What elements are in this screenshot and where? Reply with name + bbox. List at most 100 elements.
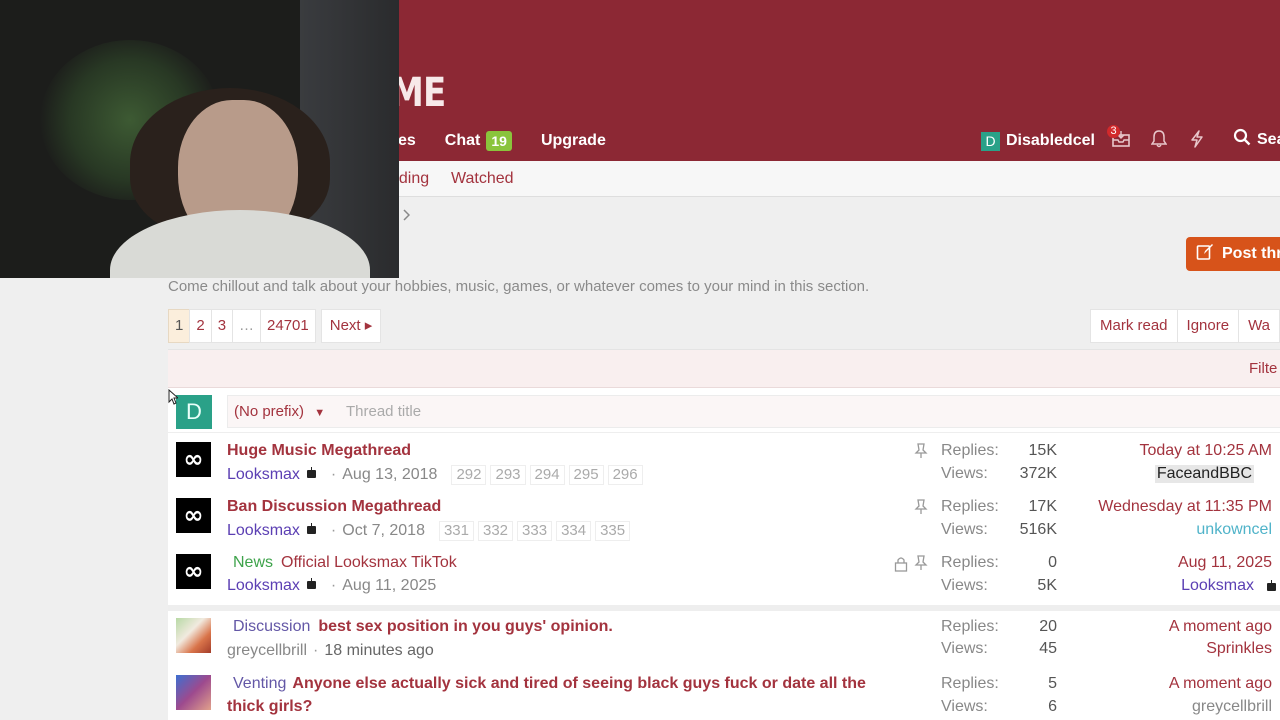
avatar[interactable]: ∞ (176, 554, 211, 589)
bolt-icon[interactable] (1187, 130, 1207, 150)
thread-page-link[interactable]: 335 (595, 521, 631, 541)
watch-button[interactable]: Wa (1238, 309, 1280, 343)
page-link[interactable]: 1 (168, 309, 191, 343)
thread-title[interactable]: best sex position in you guys' opinion. (318, 618, 613, 635)
nav-item-label: Upgrade (540, 132, 606, 149)
pin-icon (914, 443, 928, 459)
subnav-item-watched[interactable]: Watched (451, 170, 514, 188)
webcam-overlay (0, 0, 399, 278)
avatar[interactable] (176, 675, 211, 710)
thread-page-link[interactable]: 331 (438, 521, 474, 541)
thread-page-links: 292 293 294 295 296 (451, 465, 646, 485)
last-post-user[interactable]: unkowncel (1196, 521, 1272, 539)
thread-prefix-discussion[interactable]: Discussion (233, 618, 310, 635)
thread-title-continued[interactable]: thick girls? (227, 698, 312, 716)
thread-page-link[interactable]: 292 (451, 465, 487, 485)
thread-title[interactable]: Ban Discussion Megathread (227, 498, 441, 516)
nav-item-upgrade[interactable]: Upgrade (541, 132, 606, 150)
filters-button[interactable]: Filte (1249, 360, 1277, 377)
last-post-date[interactable]: Wednesday at 11:35 PM (1098, 498, 1272, 516)
thread-date[interactable]: Aug 11, 2025 (342, 577, 436, 595)
last-post-user[interactable]: Looksmax (1181, 577, 1254, 595)
thread-page-link[interactable]: 295 (568, 465, 604, 485)
next-page-button[interactable]: Next ▸ (320, 309, 382, 343)
avatar[interactable] (176, 618, 211, 653)
last-post-date[interactable]: A moment ago (1169, 618, 1272, 636)
views-count: 45 (1039, 640, 1057, 657)
mark-read-button[interactable]: Mark read (1090, 309, 1178, 343)
separator: · (313, 642, 319, 659)
thread-date[interactable]: 18 minutes ago (324, 642, 433, 660)
quick-thread-field[interactable]: (No prefix) ▼ Thread title (227, 395, 1280, 428)
last-post-user[interactable]: FaceandBBC (1154, 465, 1254, 483)
replies-count: 17K (1028, 498, 1057, 515)
thread-page-link[interactable]: 293 (490, 465, 526, 485)
page-link[interactable]: 2 (189, 309, 212, 343)
thread-page-link[interactable]: 294 (529, 465, 565, 485)
thread-author[interactable]: Looksmax (227, 577, 300, 595)
nav-item-chat[interactable]: Chat 19 (445, 131, 512, 151)
nav-item-label: es (398, 132, 416, 149)
thread-title-input[interactable]: Thread title (346, 403, 421, 420)
thread-row: Venting Anyone else actually sick and tir… (168, 675, 1280, 720)
replies-label: Replies: (941, 675, 999, 692)
inbox-count-badge: 3 (1107, 125, 1120, 138)
thread-page-link[interactable]: 296 (607, 465, 643, 485)
page-jump[interactable]: … (232, 309, 262, 343)
views-count: 372K (1019, 465, 1057, 482)
post-thread-button[interactable]: Post thr (1186, 237, 1280, 271)
replies-label: Replies: (941, 442, 999, 459)
thread-page-link[interactable]: 333 (517, 521, 553, 541)
thread-title-line: Venting Anyone else actually sick and tir… (227, 675, 866, 693)
avatar: D (981, 131, 1000, 151)
avatar[interactable]: ∞ (176, 498, 211, 533)
thread-title-line: Discussion best sex position in you guys'… (227, 618, 613, 636)
views-label: Views: (941, 577, 988, 594)
views-count: 516K (1019, 521, 1057, 538)
thread-prefix-venting[interactable]: Venting (233, 675, 286, 692)
ignore-button[interactable]: Ignore (1176, 309, 1240, 343)
last-post-date[interactable]: Aug 11, 2025 (1178, 554, 1272, 572)
thread-date[interactable]: Oct 7, 2018 (342, 522, 425, 540)
thread-author[interactable]: Looksmax (227, 522, 300, 540)
last-post-user[interactable]: greycellbrill (1192, 698, 1272, 716)
user-menu[interactable]: D Disabledcel (981, 128, 1095, 154)
edit-icon (1196, 243, 1214, 266)
page-link[interactable]: 3 (210, 309, 234, 343)
infinity-icon: ∞ (183, 445, 204, 473)
last-post-date[interactable]: Today at 10:25 AM (1139, 442, 1272, 460)
last-post-date[interactable]: A moment ago (1169, 675, 1272, 693)
pin-icon (914, 555, 928, 571)
robot-icon (306, 523, 317, 535)
bell-icon[interactable] (1149, 130, 1169, 150)
replies-count: 5 (1048, 675, 1057, 692)
views-count: 6 (1048, 698, 1057, 715)
thread-page-link[interactable]: 332 (478, 521, 514, 541)
search-button[interactable]: Sea (1233, 128, 1280, 151)
thread-list: Filte D (No prefix) ▼ Thread title ∞ Hug… (168, 349, 1280, 720)
thread-author[interactable]: greycellbrill (227, 642, 307, 660)
thread-date[interactable]: Aug 13, 2018 (342, 466, 437, 484)
page-link[interactable]: 24701 (260, 309, 316, 343)
thread-title[interactable]: Huge Music Megathread (227, 442, 411, 460)
last-post-user[interactable]: Sprinkles (1206, 640, 1272, 658)
separator: · (330, 466, 337, 483)
thread-page-links: 331 332 333 334 335 (438, 521, 634, 541)
avatar[interactable]: ∞ (176, 442, 211, 477)
forum-description: Come chillout and talk about your hobbie… (168, 278, 870, 295)
thread-author[interactable]: Looksmax (227, 466, 300, 484)
robot-icon (306, 467, 317, 479)
nav-item-forums[interactable]: es (398, 132, 416, 150)
prefix-select[interactable]: (No prefix) ▼ (234, 403, 325, 420)
replies-label: Replies: (941, 618, 999, 635)
username: Disabledcel (1006, 132, 1095, 149)
thread-title-line: News Official Looksmax TikTok (227, 554, 457, 572)
views-label: Views: (941, 640, 988, 657)
thread-page-link[interactable]: 334 (556, 521, 592, 541)
thread-meta: Looksmax · Aug 11, 2025 (227, 577, 436, 595)
thread-title[interactable]: Anyone else actually sick and tired of s… (292, 675, 866, 692)
infinity-icon: ∞ (183, 557, 204, 585)
thread-title[interactable]: Official Looksmax TikTok (281, 554, 457, 571)
filter-bar: Filte (168, 350, 1280, 388)
thread-prefix-news[interactable]: News (233, 554, 273, 571)
